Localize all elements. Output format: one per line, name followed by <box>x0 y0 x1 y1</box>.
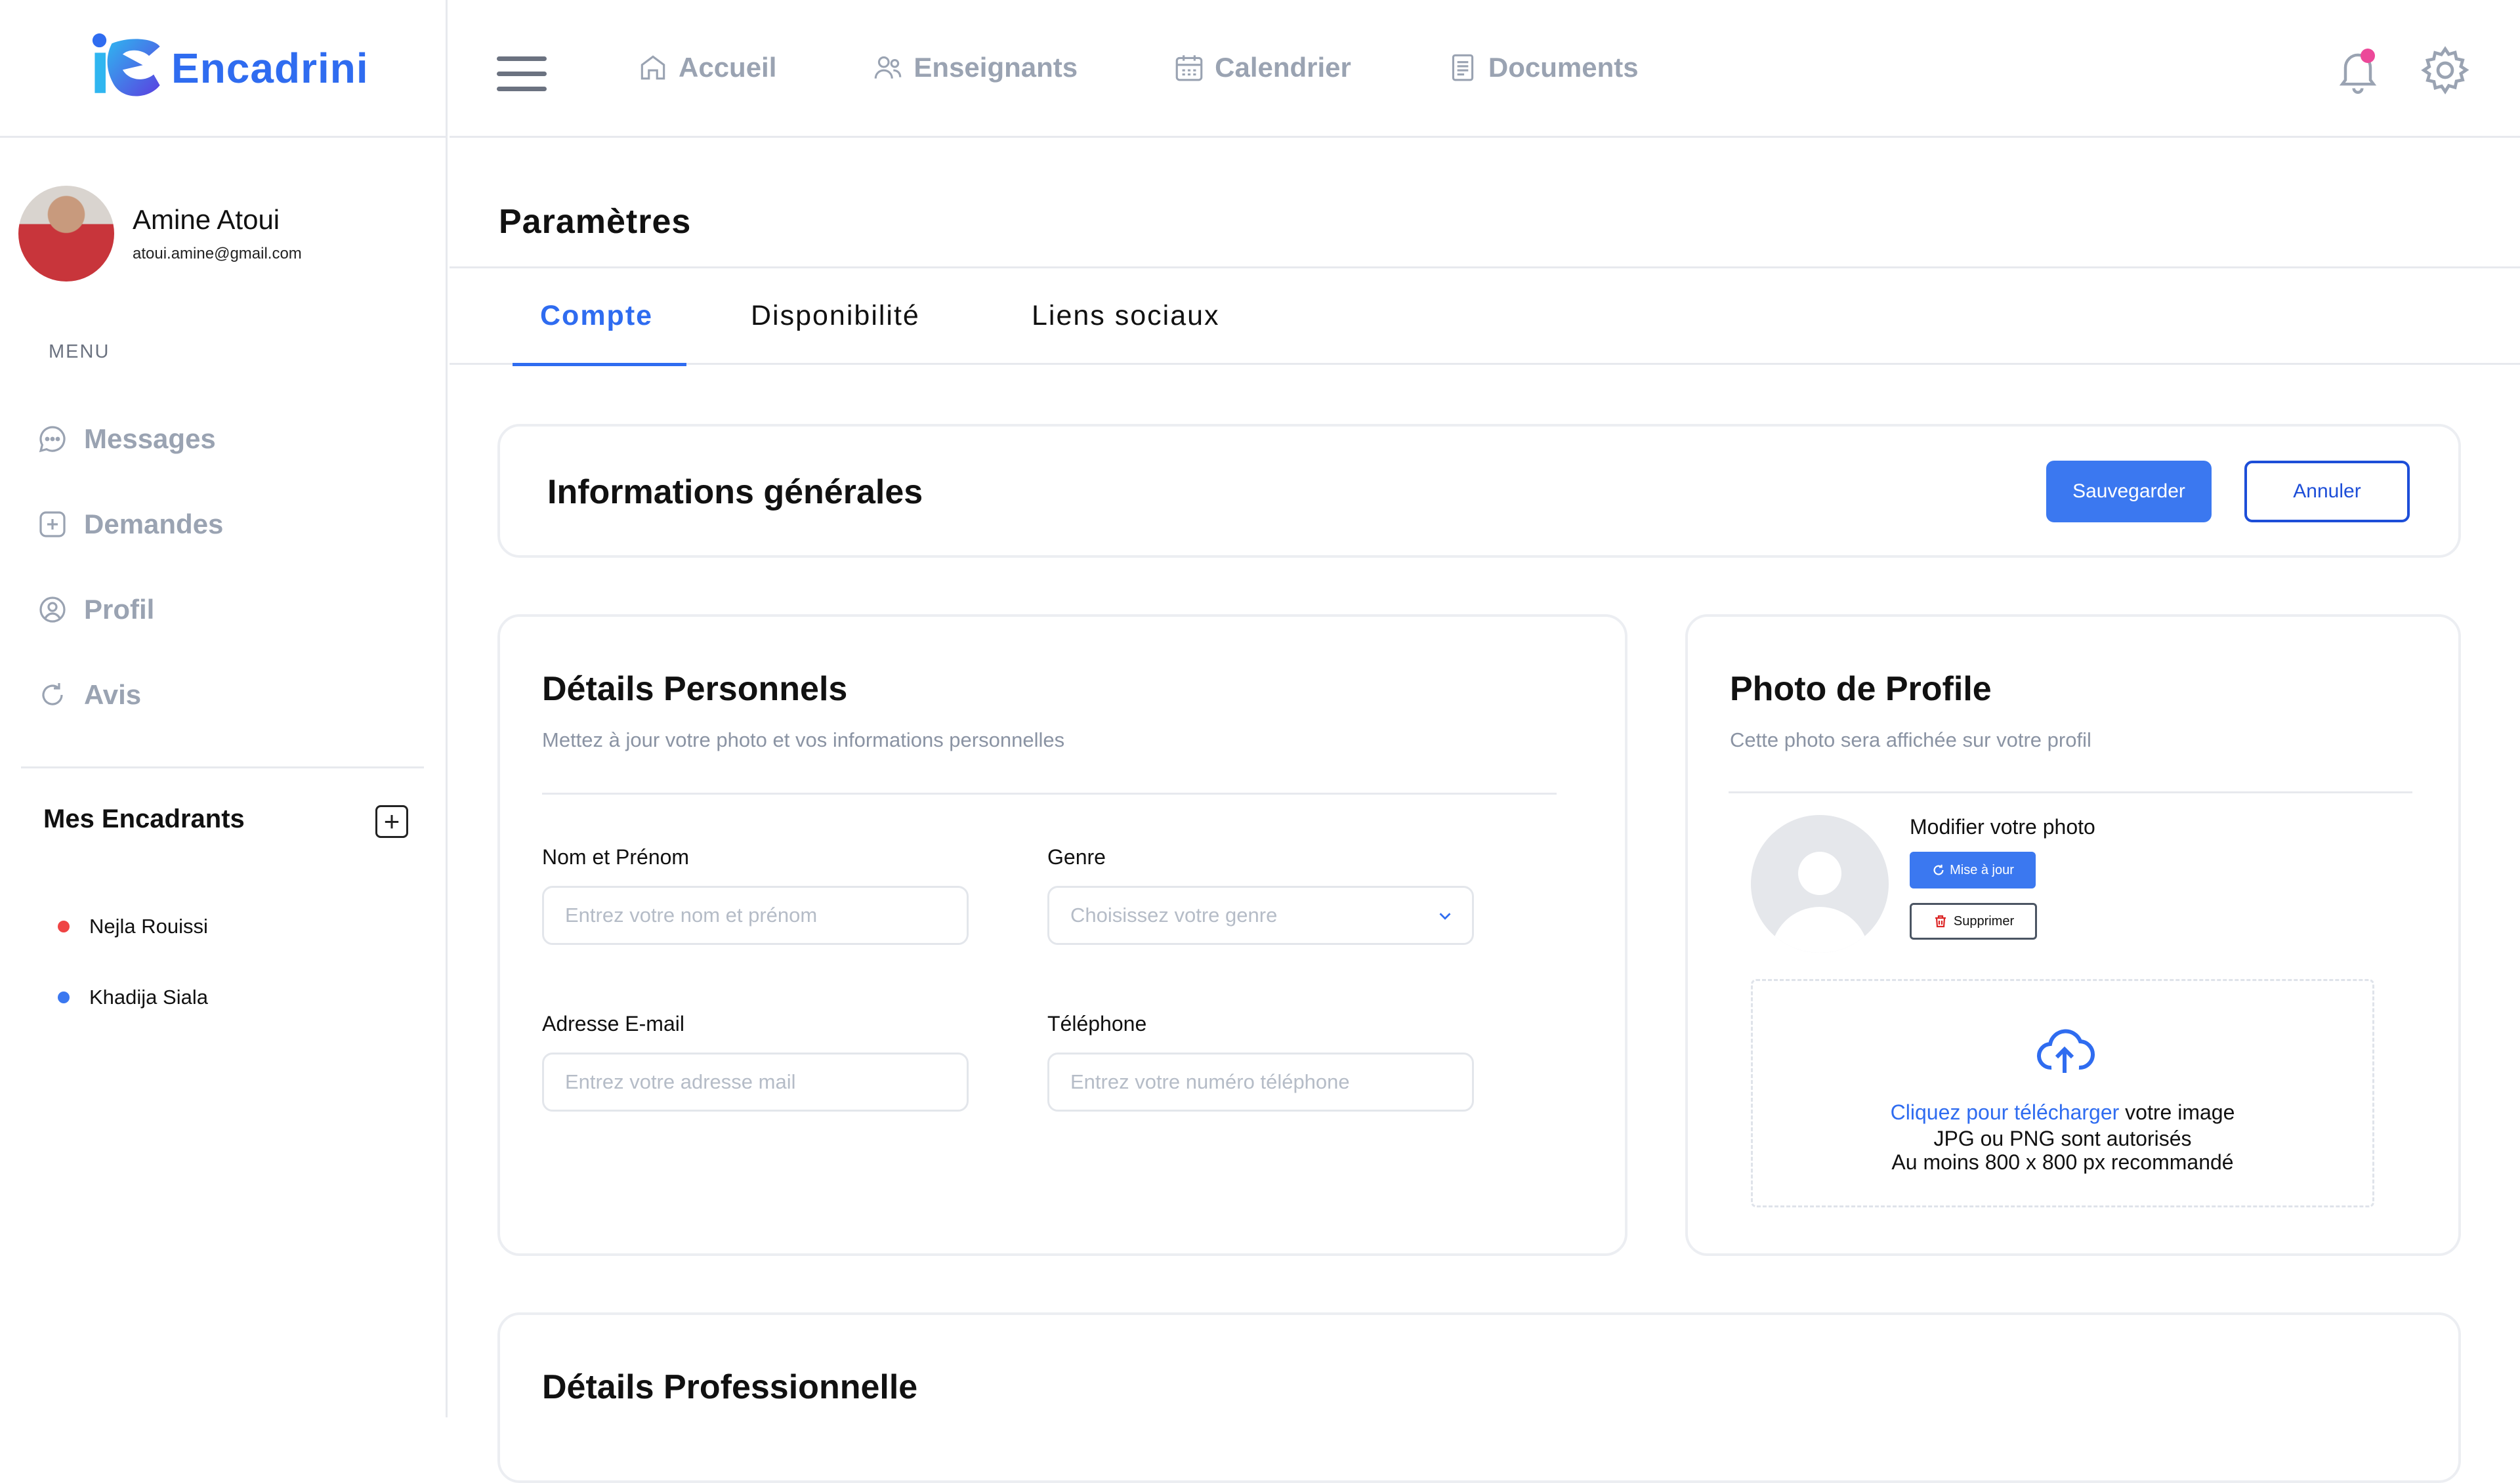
trash-icon <box>1935 915 1946 928</box>
document-icon <box>1452 54 1474 81</box>
page-title: Paramètres <box>499 203 692 241</box>
tab-disponibilite[interactable]: Disponibilité <box>751 300 920 332</box>
chevron-down-icon <box>1439 913 1451 920</box>
card-title: Photo de Profile <box>1730 670 1992 708</box>
brand[interactable]: Encadrini <box>0 0 446 138</box>
sidebar-item-profil[interactable]: Profil <box>37 567 223 652</box>
sidebar-item-label: Profil <box>84 594 155 625</box>
encadrants-title: Mes Encadrants <box>43 804 245 833</box>
cloud-upload-icon <box>2036 1029 2095 1073</box>
nav-label: Calendrier <box>1215 52 1351 83</box>
upload-suffix: votre image <box>2119 1100 2235 1124</box>
sidebar-item-demandes[interactable]: Demandes <box>37 482 223 567</box>
top-bar: Accueil Enseignants Calendrier Documents <box>450 0 2520 138</box>
delete-label: Supprimer <box>1953 913 2015 929</box>
upload-size-hint: Au moins 800 x 800 px recommandé <box>1891 1150 2234 1174</box>
user-name: Amine Atoui <box>133 204 280 235</box>
plus-square-icon <box>39 511 66 537</box>
nav-label: Accueil <box>679 52 777 83</box>
sidebar-item-label: Demandes <box>84 509 224 539</box>
list-item[interactable]: Khadija Siala <box>58 962 208 1033</box>
nav-item-documents[interactable]: Documents <box>1446 51 1639 84</box>
divider <box>542 793 1557 795</box>
menu-title: MENU <box>49 341 110 362</box>
settings-tabs: Compte Disponibilité Liens sociaux <box>450 266 2520 366</box>
brand-name: Encadrini <box>171 44 369 92</box>
tab-liens-sociaux[interactable]: Liens sociaux <box>1032 300 1220 332</box>
refresh-icon <box>1933 864 1944 875</box>
refresh-icon <box>42 683 63 705</box>
user-profile[interactable]: Amine Atoui atoui.amine@gmail.com <box>18 186 302 282</box>
add-encadrant-button[interactable]: + <box>375 805 408 838</box>
avatar <box>18 186 114 282</box>
email-label: Adresse E-mail <box>542 1012 684 1035</box>
upload-dropzone[interactable]: Cliquez pour télécharger votre image JPG… <box>1751 979 2374 1207</box>
plus-icon: + <box>383 806 400 837</box>
name-label: Nom et Prénom <box>542 845 690 869</box>
gender-select[interactable]: Choisissez votre genre <box>1047 886 1474 945</box>
active-tab-indicator <box>513 363 686 366</box>
card-subtitle: Cette photo sera affichée sur votre prof… <box>1730 728 2091 751</box>
encadrant-name: Nejla Rouissi <box>89 915 208 938</box>
general-info-card: Informations générales Sauvegarder Annul… <box>497 424 2461 558</box>
section-title: Informations générales <box>547 473 923 511</box>
encadrini-logo-icon <box>92 33 160 96</box>
upload-link[interactable]: Cliquez pour télécharger <box>1891 1100 2120 1124</box>
notification-badge <box>2361 49 2375 63</box>
top-nav: Accueil Enseignants Calendrier Documents <box>637 51 1734 84</box>
gear-icon[interactable] <box>2418 43 2472 97</box>
professional-details-card: Détails Professionnelle <box>497 1312 2461 1483</box>
phone-label: Téléphone <box>1047 1012 1147 1035</box>
save-button[interactable]: Sauvegarder <box>2046 461 2212 522</box>
status-dot <box>58 992 70 1003</box>
divider <box>1729 791 2412 793</box>
gender-label: Genre <box>1047 845 1106 869</box>
upload-formats: JPG ou PNG sont autorisés <box>1933 1127 2192 1150</box>
calendar-icon <box>1175 55 1203 81</box>
update-label: Mise à jour <box>1950 862 2014 877</box>
user-email: atoui.amine@gmail.com <box>133 245 302 262</box>
nav-label: Enseignants <box>914 52 1078 83</box>
nav-item-calendrier[interactable]: Calendrier <box>1173 51 1351 84</box>
nav-item-enseignants[interactable]: Enseignants <box>872 51 1078 84</box>
card-title: Détails Personnels <box>542 670 848 708</box>
users-icon <box>875 56 902 79</box>
sidebar-menu: Messages Demandes Profil Avis <box>37 396 223 738</box>
chat-icon <box>39 426 66 453</box>
name-field[interactable]: Entrez votre nom et prénom <box>542 886 969 945</box>
email-placeholder: Entrez votre adresse mail <box>565 1070 796 1093</box>
user-circle-icon <box>39 596 66 623</box>
home-icon <box>640 55 665 80</box>
cancel-button[interactable]: Annuler <box>2244 461 2410 522</box>
update-photo-button[interactable]: Mise à jour <box>1910 852 2036 888</box>
bell-icon[interactable] <box>2333 43 2383 96</box>
tab-compte[interactable]: Compte <box>540 300 653 332</box>
phone-field[interactable]: Entrez votre numéro téléphone <box>1047 1053 1474 1112</box>
sidebar-item-label: Messages <box>84 423 216 454</box>
delete-photo-button[interactable]: Supprimer <box>1910 903 2037 940</box>
profile-photo-card: Photo de Profile Cette photo sera affich… <box>1685 614 2461 1256</box>
list-item[interactable]: Nejla Rouissi <box>58 891 208 962</box>
divider <box>21 766 424 768</box>
sidebar-item-messages[interactable]: Messages <box>37 396 223 482</box>
encadrants-list: Nejla Rouissi Khadija Siala <box>58 891 208 1033</box>
avatar-placeholder <box>1751 815 1889 953</box>
status-dot <box>58 921 70 932</box>
nav-label: Documents <box>1488 52 1639 83</box>
phone-placeholder: Entrez votre numéro téléphone <box>1070 1070 1350 1093</box>
hamburger-menu-icon[interactable] <box>497 56 547 102</box>
name-placeholder: Entrez votre nom et prénom <box>565 904 818 927</box>
nav-item-accueil[interactable]: Accueil <box>637 51 776 84</box>
sidebar-item-avis[interactable]: Avis <box>37 652 223 738</box>
modify-photo-label: Modifier votre photo <box>1910 815 2095 839</box>
card-title: Détails Professionnelle <box>542 1368 918 1406</box>
gender-placeholder: Choisissez votre genre <box>1070 904 1278 927</box>
personal-details-card: Détails Personnels Mettez à jour votre p… <box>497 614 1628 1256</box>
upload-instruction: Cliquez pour télécharger votre image <box>1753 1100 2372 1125</box>
sidebar: Encadrini Amine Atoui atoui.amine@gmail.… <box>0 0 448 1417</box>
card-subtitle: Mettez à jour votre photo et vos informa… <box>542 728 1065 751</box>
encadrant-name: Khadija Siala <box>89 986 208 1009</box>
sidebar-item-label: Avis <box>84 679 142 710</box>
email-field[interactable]: Entrez votre adresse mail <box>542 1053 969 1112</box>
